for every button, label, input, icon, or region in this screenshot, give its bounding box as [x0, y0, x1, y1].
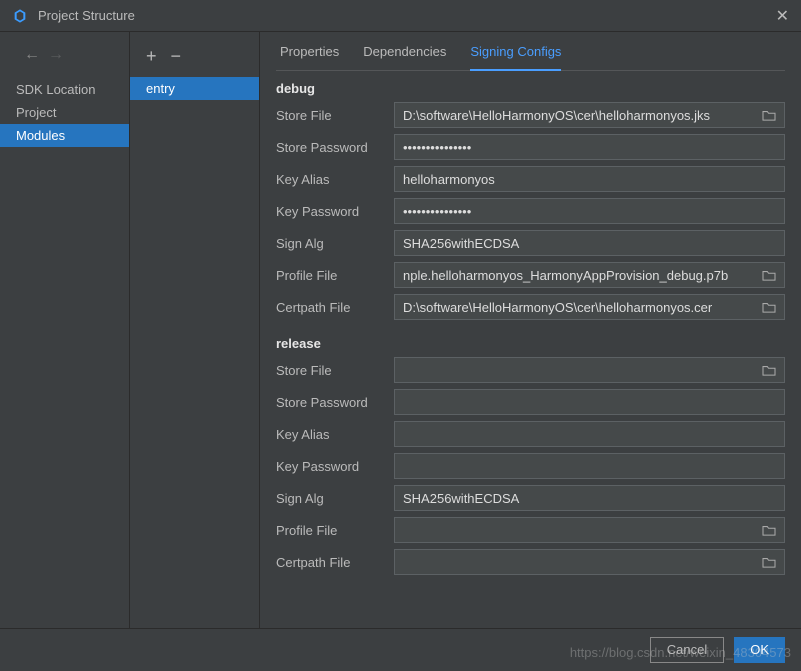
- field-label: Store File: [276, 363, 386, 378]
- release-key-alias-row: Key Alias: [276, 421, 785, 447]
- release-store-file-input[interactable]: [394, 357, 785, 383]
- release-profile-file-input[interactable]: [394, 517, 785, 543]
- dialog-footer: Cancel OK https://blog.csdn.net/weixin_4…: [0, 628, 801, 670]
- module-list: + − entry: [130, 32, 260, 628]
- field-value: •••••••••••••••: [403, 140, 471, 155]
- module-item-entry[interactable]: entry: [130, 77, 259, 100]
- field-value: SHA256withECDSA: [403, 491, 519, 506]
- debug-store-password-row: Store Password •••••••••••••••: [276, 134, 785, 160]
- nav-item-modules[interactable]: Modules: [0, 124, 129, 147]
- tab-dependencies[interactable]: Dependencies: [363, 44, 446, 70]
- debug-key-alias-input[interactable]: helloharmonyos: [394, 166, 785, 192]
- ok-button[interactable]: OK: [734, 637, 785, 663]
- field-label: Key Password: [276, 459, 386, 474]
- tab-signing-configs[interactable]: Signing Configs: [470, 44, 561, 71]
- field-value: nple.helloharmonyos_HarmonyAppProvision_…: [403, 268, 728, 283]
- release-certpath-file-input[interactable]: [394, 549, 785, 575]
- debug-sign-alg-input[interactable]: SHA256withECDSA: [394, 230, 785, 256]
- debug-certpath-file-input[interactable]: D:\software\HelloHarmonyOS\cer\helloharm…: [394, 294, 785, 320]
- release-profile-file-row: Profile File: [276, 517, 785, 543]
- release-certpath-file-row: Certpath File: [276, 549, 785, 575]
- field-label: Key Alias: [276, 427, 386, 442]
- main-panel: Properties Dependencies Signing Configs …: [260, 32, 801, 628]
- nav-item-sdk-location[interactable]: SDK Location: [0, 78, 129, 101]
- module-list-toolbar: + −: [130, 42, 259, 77]
- folder-icon[interactable]: [762, 109, 776, 121]
- app-logo-icon: [12, 8, 28, 24]
- release-store-password-row: Store Password: [276, 389, 785, 415]
- debug-profile-file-input[interactable]: nple.helloharmonyos_HarmonyAppProvision_…: [394, 262, 785, 288]
- field-value: D:\software\HelloHarmonyOS\cer\helloharm…: [403, 108, 710, 123]
- debug-store-file-input[interactable]: D:\software\HelloHarmonyOS\cer\helloharm…: [394, 102, 785, 128]
- release-key-password-row: Key Password: [276, 453, 785, 479]
- field-label: Certpath File: [276, 300, 386, 315]
- debug-profile-file-row: Profile File nple.helloharmonyos_Harmony…: [276, 262, 785, 288]
- section-heading-release: release: [276, 336, 785, 351]
- content-area: ← → SDK Location Project Modules + − ent…: [0, 32, 801, 628]
- field-label: Sign Alg: [276, 491, 386, 506]
- release-key-password-input[interactable]: [394, 453, 785, 479]
- folder-icon[interactable]: [762, 556, 776, 568]
- back-icon[interactable]: ←: [24, 46, 40, 64]
- title-bar: Project Structure ✕: [0, 0, 801, 32]
- field-label: Profile File: [276, 268, 386, 283]
- debug-certpath-file-row: Certpath File D:\software\HelloHarmonyOS…: [276, 294, 785, 320]
- add-module-icon[interactable]: +: [146, 46, 157, 67]
- debug-key-password-input[interactable]: •••••••••••••••: [394, 198, 785, 224]
- field-value: helloharmonyos: [403, 172, 495, 187]
- release-sign-alg-row: Sign Alg SHA256withECDSA: [276, 485, 785, 511]
- debug-sign-alg-row: Sign Alg SHA256withECDSA: [276, 230, 785, 256]
- close-icon[interactable]: ✕: [776, 6, 789, 26]
- release-store-password-input[interactable]: [394, 389, 785, 415]
- debug-key-alias-row: Key Alias helloharmonyos: [276, 166, 785, 192]
- tabs: Properties Dependencies Signing Configs: [276, 32, 785, 71]
- field-label: Store File: [276, 108, 386, 123]
- window-title: Project Structure: [38, 8, 135, 23]
- field-label: Key Password: [276, 204, 386, 219]
- release-key-alias-input[interactable]: [394, 421, 785, 447]
- forward-icon[interactable]: →: [48, 46, 64, 64]
- tab-properties[interactable]: Properties: [280, 44, 339, 70]
- nav-history: ← →: [0, 42, 129, 78]
- remove-module-icon[interactable]: −: [171, 46, 182, 67]
- release-sign-alg-input[interactable]: SHA256withECDSA: [394, 485, 785, 511]
- field-label: Certpath File: [276, 555, 386, 570]
- folder-icon[interactable]: [762, 364, 776, 376]
- section-heading-debug: debug: [276, 81, 785, 96]
- cancel-button[interactable]: Cancel: [650, 637, 724, 663]
- debug-store-file-row: Store File D:\software\HelloHarmonyOS\ce…: [276, 102, 785, 128]
- field-label: Key Alias: [276, 172, 386, 187]
- field-label: Profile File: [276, 523, 386, 538]
- field-value: SHA256withECDSA: [403, 236, 519, 251]
- field-value: •••••••••••••••: [403, 204, 471, 219]
- folder-icon[interactable]: [762, 269, 776, 281]
- field-label: Store Password: [276, 395, 386, 410]
- nav-sidebar: ← → SDK Location Project Modules: [0, 32, 130, 628]
- field-label: Sign Alg: [276, 236, 386, 251]
- field-value: D:\software\HelloHarmonyOS\cer\helloharm…: [403, 300, 712, 315]
- release-store-file-row: Store File: [276, 357, 785, 383]
- nav-item-project[interactable]: Project: [0, 101, 129, 124]
- folder-icon[interactable]: [762, 524, 776, 536]
- field-label: Store Password: [276, 140, 386, 155]
- debug-key-password-row: Key Password •••••••••••••••: [276, 198, 785, 224]
- debug-store-password-input[interactable]: •••••••••••••••: [394, 134, 785, 160]
- folder-icon[interactable]: [762, 301, 776, 313]
